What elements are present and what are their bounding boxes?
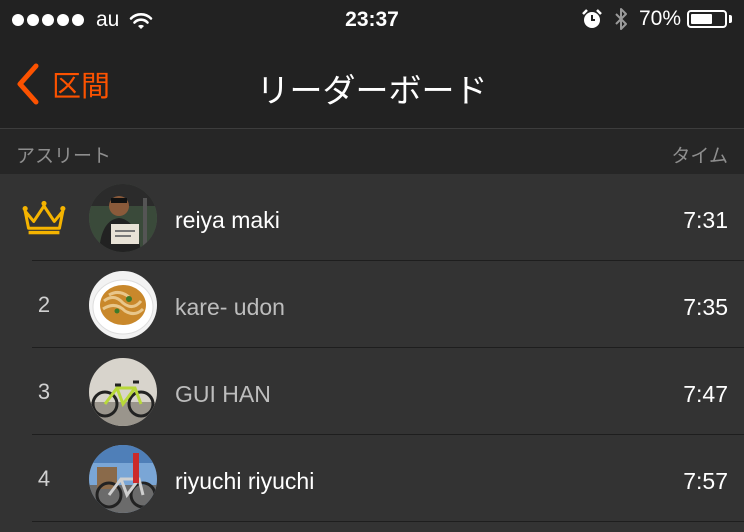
time-column-label: タイム xyxy=(671,146,728,167)
athlete-time: 7:47 xyxy=(683,381,728,407)
battery-percent: 70% xyxy=(638,7,681,30)
athlete-time: 7:57 xyxy=(683,468,728,494)
rank-cell: 4 xyxy=(37,465,51,491)
leaderboard-row[interactable]: 3 GUI HAN 7:47 xyxy=(0,348,744,435)
athlete-time: 7:35 xyxy=(683,294,728,320)
crown-icon xyxy=(22,200,66,234)
athlete-column-label: アスリート xyxy=(16,146,112,167)
bluetooth-icon xyxy=(615,8,627,30)
status-bar-right: 70% xyxy=(581,7,732,31)
rank-cell xyxy=(20,174,68,261)
rank-cell: 3 xyxy=(37,378,51,404)
status-bar: au 23:37 70% xyxy=(0,0,744,40)
leaderboard-row[interactable]: 2 kare- udon 7:35 xyxy=(0,261,744,348)
athlete-avatar[interactable] xyxy=(89,445,157,513)
athlete-time: 7:31 xyxy=(683,207,728,233)
athlete-name: reiya maki xyxy=(175,207,280,233)
athlete-name: GUI HAN xyxy=(175,381,271,407)
athlete-avatar[interactable] xyxy=(89,358,157,426)
leaderboard-list: reiya maki 7:31 2 kare- udon 7:35 3 GUI … xyxy=(0,174,744,522)
athlete-avatar[interactable] xyxy=(89,271,157,339)
page-title: リーダーボード xyxy=(256,72,488,109)
alarm-icon xyxy=(582,9,602,28)
leaderboard-column-header: アスリート タイム xyxy=(0,129,744,174)
leaderboard-row[interactable]: reiya maki 7:31 xyxy=(0,174,744,261)
navigation-bar: 区間 リーダーボード xyxy=(0,40,744,129)
rank-cell: 2 xyxy=(37,291,51,317)
battery-icon xyxy=(687,10,727,28)
athlete-name: kare- udon xyxy=(175,294,285,320)
athlete-avatar[interactable] xyxy=(89,184,157,252)
leaderboard-row[interactable]: 4 riyuchi riyuchi 7:57 xyxy=(0,435,744,522)
athlete-name: riyuchi riyuchi xyxy=(175,468,315,494)
